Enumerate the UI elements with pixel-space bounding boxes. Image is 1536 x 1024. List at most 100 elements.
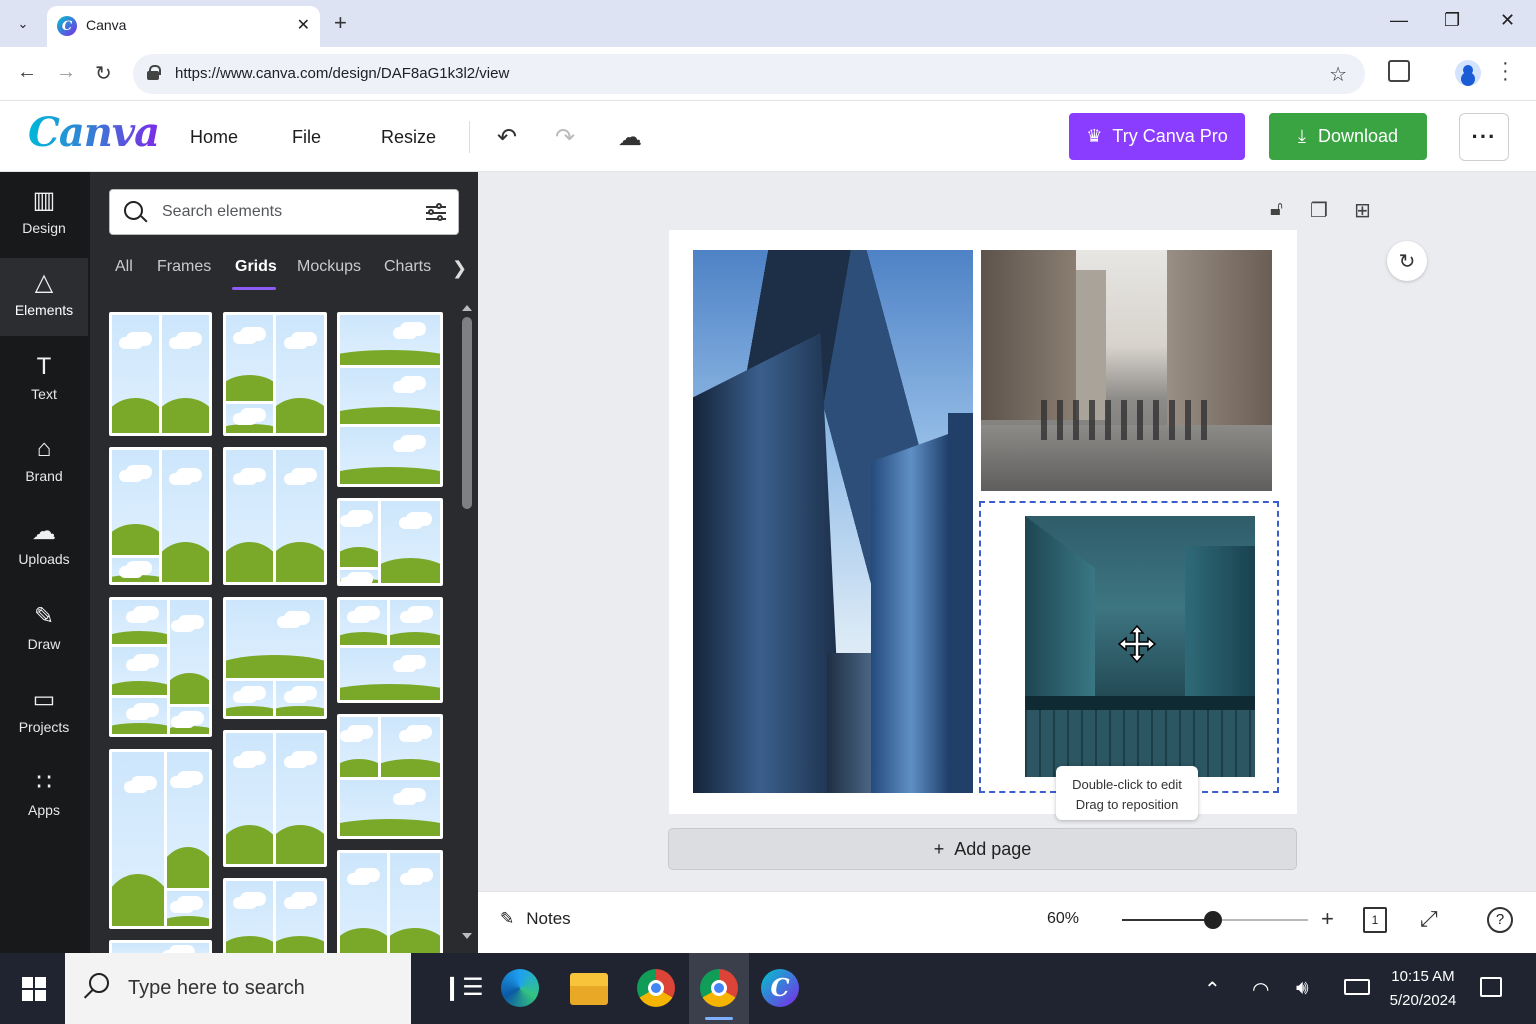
redo-icon[interactable]: ↷ bbox=[555, 123, 575, 152]
tab-mockups[interactable]: Mockups bbox=[297, 258, 361, 276]
city-street-photo[interactable] bbox=[981, 250, 1272, 491]
design-page[interactable] bbox=[669, 230, 1297, 814]
clock-time: 10:15 AM bbox=[1391, 968, 1455, 985]
add-page-button[interactable]: + Add page bbox=[668, 828, 1297, 870]
url-omnibox[interactable]: https://www.canva.com/design/DAF8aG1k3l2… bbox=[133, 54, 1365, 94]
search-placeholder: Search elements bbox=[162, 203, 283, 220]
page-count-button[interactable]: 1 bbox=[1363, 907, 1387, 933]
scroll-up-arrow-icon[interactable] bbox=[462, 305, 472, 311]
zoom-percentage[interactable]: 60% bbox=[1047, 910, 1079, 928]
download-button[interactable]: ⤓ Download bbox=[1269, 113, 1427, 160]
search-elements-input[interactable]: Search elements bbox=[109, 189, 459, 235]
add-page-icon[interactable]: ⊞ bbox=[1354, 198, 1371, 223]
grid-template-thumb[interactable] bbox=[223, 878, 327, 960]
rail-item-projects[interactable]: ▭ Projects bbox=[0, 675, 88, 753]
try-canva-pro-button[interactable]: ♛ Try Canva Pro bbox=[1069, 113, 1245, 160]
forward-arrow-icon[interactable]: → bbox=[56, 61, 76, 84]
grid-template-thumb[interactable] bbox=[109, 312, 212, 436]
zoom-slider-knob[interactable] bbox=[1204, 911, 1223, 929]
rail-item-elements[interactable]: △ Elements bbox=[0, 258, 88, 336]
back-arrow-icon[interactable]: ← bbox=[17, 61, 37, 84]
menu-home[interactable]: Home bbox=[190, 127, 238, 148]
grid-template-thumb[interactable] bbox=[109, 749, 212, 929]
skyscraper-photo[interactable] bbox=[693, 250, 973, 793]
tray-chevron-up-icon[interactable]: ⌃ bbox=[1204, 977, 1221, 1002]
zoom-in-plus-icon[interactable]: + bbox=[1321, 906, 1334, 932]
tab-all[interactable]: All bbox=[115, 258, 133, 276]
scroll-down-arrow-icon[interactable] bbox=[462, 933, 472, 939]
zoom-slider-fill bbox=[1122, 919, 1214, 921]
windows-start-icon[interactable] bbox=[22, 977, 46, 1001]
chevron-right-icon[interactable]: ❯ bbox=[452, 258, 467, 279]
edge-browser-icon[interactable] bbox=[501, 969, 539, 1007]
rail-item-design[interactable]: ▥ Design bbox=[0, 176, 88, 254]
file-explorer-icon[interactable] bbox=[570, 973, 608, 1005]
notifications-icon[interactable] bbox=[1480, 977, 1502, 997]
menu-resize[interactable]: Resize bbox=[381, 127, 436, 148]
window-restore-icon[interactable]: ❐ bbox=[1444, 10, 1460, 31]
lock-page-icon[interactable]: 🔓︎ bbox=[1270, 198, 1283, 221]
browser-tab-canva[interactable]: C Canva ✕ bbox=[47, 6, 320, 47]
brand-icon: ⌂ bbox=[36, 435, 52, 462]
undo-icon[interactable]: ↶ bbox=[497, 123, 517, 152]
reload-icon[interactable]: ↻ bbox=[95, 61, 112, 86]
layout-icon: ▥ bbox=[32, 187, 56, 214]
cloud-saved-icon[interactable]: ☁ bbox=[618, 123, 642, 152]
help-question-icon[interactable]: ? bbox=[1487, 907, 1513, 933]
tab-close-icon[interactable]: ✕ bbox=[297, 15, 310, 35]
more-options-button[interactable]: ··· bbox=[1459, 113, 1509, 161]
tab-frames[interactable]: Frames bbox=[157, 258, 211, 276]
text-icon: T bbox=[36, 353, 52, 380]
canva-app-icon[interactable]: C bbox=[761, 969, 799, 1007]
menu-file[interactable]: File bbox=[292, 127, 321, 148]
grid-template-thumb[interactable] bbox=[223, 730, 327, 867]
grid-template-thumb[interactable] bbox=[223, 312, 327, 436]
grid-template-thumb[interactable] bbox=[109, 597, 212, 737]
panel-scrollbar[interactable] bbox=[462, 305, 472, 945]
notes-button[interactable]: ✎ Notes bbox=[500, 909, 571, 929]
volume-icon[interactable]: 🔊︎ bbox=[1296, 977, 1309, 1000]
rail-item-text[interactable]: T Text bbox=[0, 342, 88, 420]
tab-charts[interactable]: Charts bbox=[384, 258, 431, 276]
rail-item-apps[interactable]: ∷ Apps bbox=[0, 758, 88, 836]
chrome-active-icon[interactable] bbox=[700, 969, 738, 1007]
scrollbar-thumb[interactable] bbox=[462, 317, 472, 509]
elements-panel: Search elements All Frames Grids Mockups… bbox=[90, 172, 478, 960]
new-tab-plus-icon[interactable]: + bbox=[334, 10, 347, 36]
grid-template-thumb[interactable] bbox=[109, 447, 212, 585]
taskbar-clock[interactable]: 10:15 AM 5/20/2024 bbox=[1378, 965, 1468, 1013]
wifi-icon[interactable]: ◠ bbox=[1252, 977, 1269, 1002]
rail-label: Projects bbox=[18, 719, 70, 735]
chrome-icon[interactable] bbox=[637, 969, 675, 1007]
extensions-puzzle-icon[interactable] bbox=[1388, 60, 1410, 82]
rail-item-uploads[interactable]: ☁ Uploads bbox=[0, 507, 88, 585]
canvas-area: 🔓︎ ❐ ⊞ ↻ Double-click to edit Drag to re… bbox=[478, 172, 1536, 891]
tab-grids[interactable]: Grids bbox=[235, 258, 277, 276]
rail-label: Uploads bbox=[18, 551, 70, 567]
battery-icon[interactable] bbox=[1344, 979, 1370, 995]
rail-item-draw[interactable]: ✎ Draw bbox=[0, 592, 88, 670]
window-close-icon[interactable]: ✕ bbox=[1500, 10, 1515, 31]
window-minimize-icon[interactable]: — bbox=[1390, 10, 1408, 31]
filter-sliders-icon[interactable] bbox=[426, 203, 446, 223]
zoom-slider[interactable] bbox=[1122, 911, 1308, 929]
tab-search-chevron-icon[interactable]: ⌄ bbox=[8, 9, 38, 39]
taskbar-search-box[interactable]: Type here to search bbox=[65, 953, 411, 1024]
duplicate-page-icon[interactable]: ❐ bbox=[1310, 198, 1328, 223]
browser-menu-kebab-icon[interactable]: · · · bbox=[1502, 53, 1509, 89]
grid-template-thumb[interactable] bbox=[337, 714, 443, 839]
grid-template-thumb[interactable] bbox=[337, 597, 443, 703]
task-view-icon[interactable]: ❙☰ bbox=[442, 969, 484, 1007]
rail-item-brand[interactable]: ⌂ Brand bbox=[0, 424, 88, 502]
refresh-icon[interactable]: ↻ bbox=[1387, 241, 1427, 281]
grid-template-thumb[interactable] bbox=[337, 850, 443, 960]
bookmark-star-icon[interactable]: ☆ bbox=[1329, 62, 1347, 87]
grid-template-thumb[interactable] bbox=[223, 597, 327, 719]
grid-template-thumb[interactable] bbox=[337, 312, 443, 487]
fullscreen-expand-icon[interactable]: ⤢ bbox=[1420, 906, 1438, 932]
grid-template-thumb[interactable] bbox=[337, 498, 443, 586]
url-text[interactable]: https://www.canva.com/design/DAF8aG1k3l2… bbox=[175, 65, 509, 82]
profile-avatar-icon[interactable] bbox=[1455, 60, 1481, 86]
grid-template-thumb[interactable] bbox=[223, 447, 327, 585]
canva-logo[interactable]: Canva bbox=[28, 109, 160, 156]
